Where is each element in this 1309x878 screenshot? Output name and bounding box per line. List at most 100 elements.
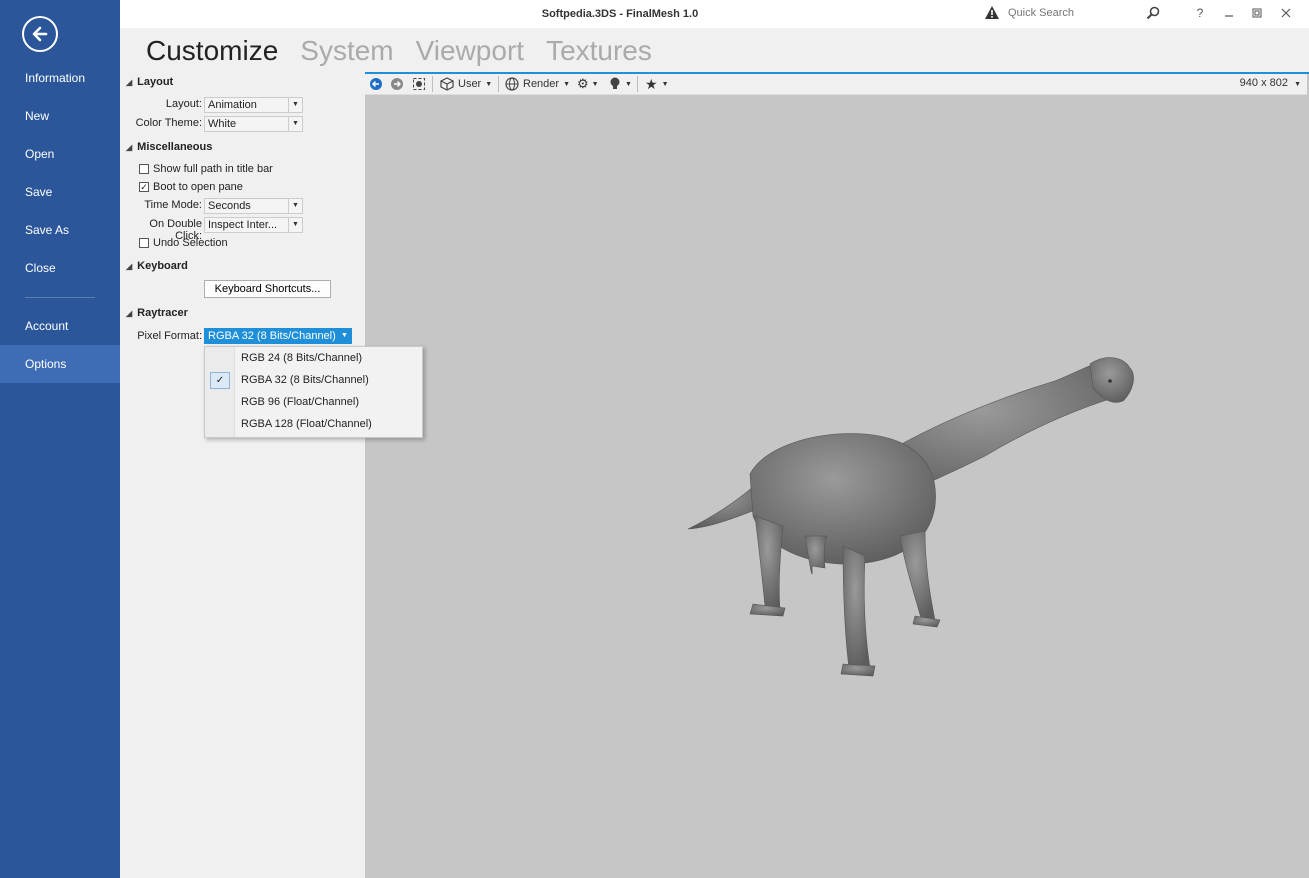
collapse-triangle-icon: ◢ xyxy=(126,261,133,271)
sidebar-item-account[interactable]: Account xyxy=(0,307,120,345)
lightbulb-icon xyxy=(610,77,620,89)
restore-icon xyxy=(1252,8,1262,18)
quick-search-input[interactable] xyxy=(1004,3,1164,23)
circle-arrow-right-icon xyxy=(391,78,403,90)
checkbox-box xyxy=(139,164,149,174)
checkbox-label: Boot to open pane xyxy=(153,181,243,193)
color-theme-select[interactable]: White ▼ xyxy=(204,116,303,132)
arrow-left-icon xyxy=(32,26,48,42)
star-icon: ★ xyxy=(645,75,658,92)
tab-customize[interactable]: Customize xyxy=(146,33,278,69)
chevron-down-icon: ▼ xyxy=(563,80,571,88)
favorites-dropdown[interactable]: ★ ▼ xyxy=(645,76,669,92)
checkbox-box xyxy=(139,238,149,248)
collapse-triangle-icon: ◢ xyxy=(126,142,133,152)
zoom-extents-icon xyxy=(413,78,425,90)
dropdown-option-rgb24[interactable]: RGB 24 (8 Bits/Channel) xyxy=(205,347,422,369)
3d-viewport[interactable]: User ▼ Render ▼ ⚙ ▼ ▼ ★ ▼ 940 x 802 ▼ xyxy=(365,72,1309,878)
misc-section-header[interactable]: ◢ Miscellaneous xyxy=(126,141,212,153)
backstage-sidebar: Information New Open Save Save As Close … xyxy=(0,0,120,878)
chevron-down-icon: ▼ xyxy=(625,80,632,88)
sidebar-item-information[interactable]: Information xyxy=(0,59,120,97)
lighting-dropdown[interactable]: ▼ xyxy=(609,76,632,92)
layout-section-header[interactable]: ◢ Layout xyxy=(126,76,173,88)
dropdown-option-label: RGBA 32 (8 Bits/Channel) xyxy=(241,374,369,386)
close-window-button[interactable] xyxy=(1276,4,1296,22)
pixel-format-label: Pixel Format: xyxy=(137,330,202,342)
show-full-path-checkbox[interactable]: Show full path in title bar xyxy=(139,163,273,175)
warning-icon[interactable] xyxy=(984,5,1000,20)
check-icon: ✓ xyxy=(210,372,230,389)
boot-open-pane-checkbox[interactable]: ✓ Boot to open pane xyxy=(139,181,243,193)
raytracer-section-header[interactable]: ◢ Raytracer xyxy=(126,307,188,319)
pixel-format-select[interactable]: RGBA 32 (8 Bits/Channel) ▼ xyxy=(204,328,352,344)
chevron-down-icon: ▼ xyxy=(1294,81,1301,88)
render-dropdown[interactable]: Render ▼ xyxy=(505,76,570,92)
keyboard-shortcuts-button[interactable]: Keyboard Shortcuts... xyxy=(204,280,331,298)
time-mode-select[interactable]: Seconds ▼ xyxy=(204,198,303,214)
tab-viewport[interactable]: Viewport xyxy=(416,33,524,69)
dropdown-option-rgba32[interactable]: ✓ RGBA 32 (8 Bits/Channel) xyxy=(205,369,422,391)
chevron-down-icon: ▼ xyxy=(661,80,669,88)
section-title: Keyboard xyxy=(137,260,188,272)
sidebar-item-options[interactable]: Options xyxy=(0,345,120,383)
settings-dropdown[interactable]: ⚙ ▼ xyxy=(577,76,599,92)
search-icon[interactable] xyxy=(1146,6,1160,20)
render-label: Render xyxy=(523,78,560,90)
sidebar-divider xyxy=(25,297,95,298)
chevron-down-icon: ▼ xyxy=(288,98,302,112)
sidebar-item-save-as[interactable]: Save As xyxy=(0,211,120,249)
section-title: Raytracer xyxy=(137,307,188,319)
section-title: Layout xyxy=(137,76,174,88)
check-icon: ✓ xyxy=(139,182,149,192)
options-panel: ◢ Layout Layout: Animation ▼ Color Theme: … xyxy=(120,72,365,878)
options-tabs: Customize System Viewport Textures xyxy=(146,33,652,69)
help-icon[interactable]: ? xyxy=(1190,4,1210,22)
minimize-icon xyxy=(1225,15,1233,17)
back-button[interactable] xyxy=(22,16,58,52)
tab-system[interactable]: System xyxy=(300,33,393,69)
restore-button[interactable] xyxy=(1247,4,1267,22)
circle-arrow-left-icon xyxy=(370,78,382,90)
double-click-select[interactable]: Inspect Inter... ▼ xyxy=(204,217,303,233)
sidebar-item-new[interactable]: New xyxy=(0,97,120,135)
dropdown-option-rgba128[interactable]: RGBA 128 (Float/Channel) xyxy=(205,413,422,435)
color-theme-value: White xyxy=(208,118,237,130)
resolution-value: 940 x 802 xyxy=(1239,77,1288,89)
keyboard-section-header[interactable]: ◢ Keyboard xyxy=(126,260,188,272)
gear-icon: ⚙ xyxy=(577,76,589,91)
window-title: Softpedia.3DS - FinalMesh 1.0 xyxy=(541,8,699,20)
undo-selection-checkbox[interactable]: Undo Selection xyxy=(139,237,228,249)
close-icon xyxy=(1281,8,1291,18)
collapse-triangle-icon: ◢ xyxy=(126,308,133,318)
viewport-toolbar: User ▼ Render ▼ ⚙ ▼ ▼ ★ ▼ 940 x 802 ▼ xyxy=(365,74,1307,95)
tab-textures[interactable]: Textures xyxy=(546,33,652,69)
globe-icon xyxy=(505,77,519,91)
chevron-down-icon: ▼ xyxy=(591,80,599,88)
layout-select[interactable]: Animation ▼ xyxy=(204,97,303,113)
sidebar-item-save[interactable]: Save xyxy=(0,173,120,211)
toolbar-separator xyxy=(637,76,638,92)
chevron-down-icon: ▼ xyxy=(288,117,302,131)
minimize-button[interactable] xyxy=(1219,4,1239,22)
sidebar-item-close[interactable]: Close xyxy=(0,249,120,287)
chevron-down-icon: ▼ xyxy=(288,199,302,213)
toolbar-separator xyxy=(432,76,433,92)
chevron-down-icon: ▼ xyxy=(288,218,302,232)
sidebar-item-open[interactable]: Open xyxy=(0,135,120,173)
title-bar: Softpedia.3DS - FinalMesh 1.0 ? xyxy=(120,0,1309,28)
checkbox-label: Undo Selection xyxy=(153,237,228,249)
camera-user-dropdown[interactable]: User ▼ xyxy=(440,76,492,92)
pixel-format-value: RGBA 32 (8 Bits/Channel) xyxy=(208,330,336,342)
double-click-value: Inspect Inter... xyxy=(208,219,278,231)
time-mode-value: Seconds xyxy=(208,200,251,212)
nav-forward-button[interactable] xyxy=(390,76,404,92)
resolution-dropdown[interactable]: 940 x 802 ▼ xyxy=(1240,77,1301,89)
layout-value: Animation xyxy=(208,99,257,111)
dinosaur-model[interactable] xyxy=(365,96,1307,878)
nav-back-button[interactable] xyxy=(369,76,383,92)
zoom-extents-button[interactable] xyxy=(412,76,426,92)
checkbox-label: Show full path in title bar xyxy=(153,163,273,175)
section-title: Miscellaneous xyxy=(137,141,213,153)
dropdown-option-rgb96[interactable]: RGB 96 (Float/Channel) xyxy=(205,391,422,413)
